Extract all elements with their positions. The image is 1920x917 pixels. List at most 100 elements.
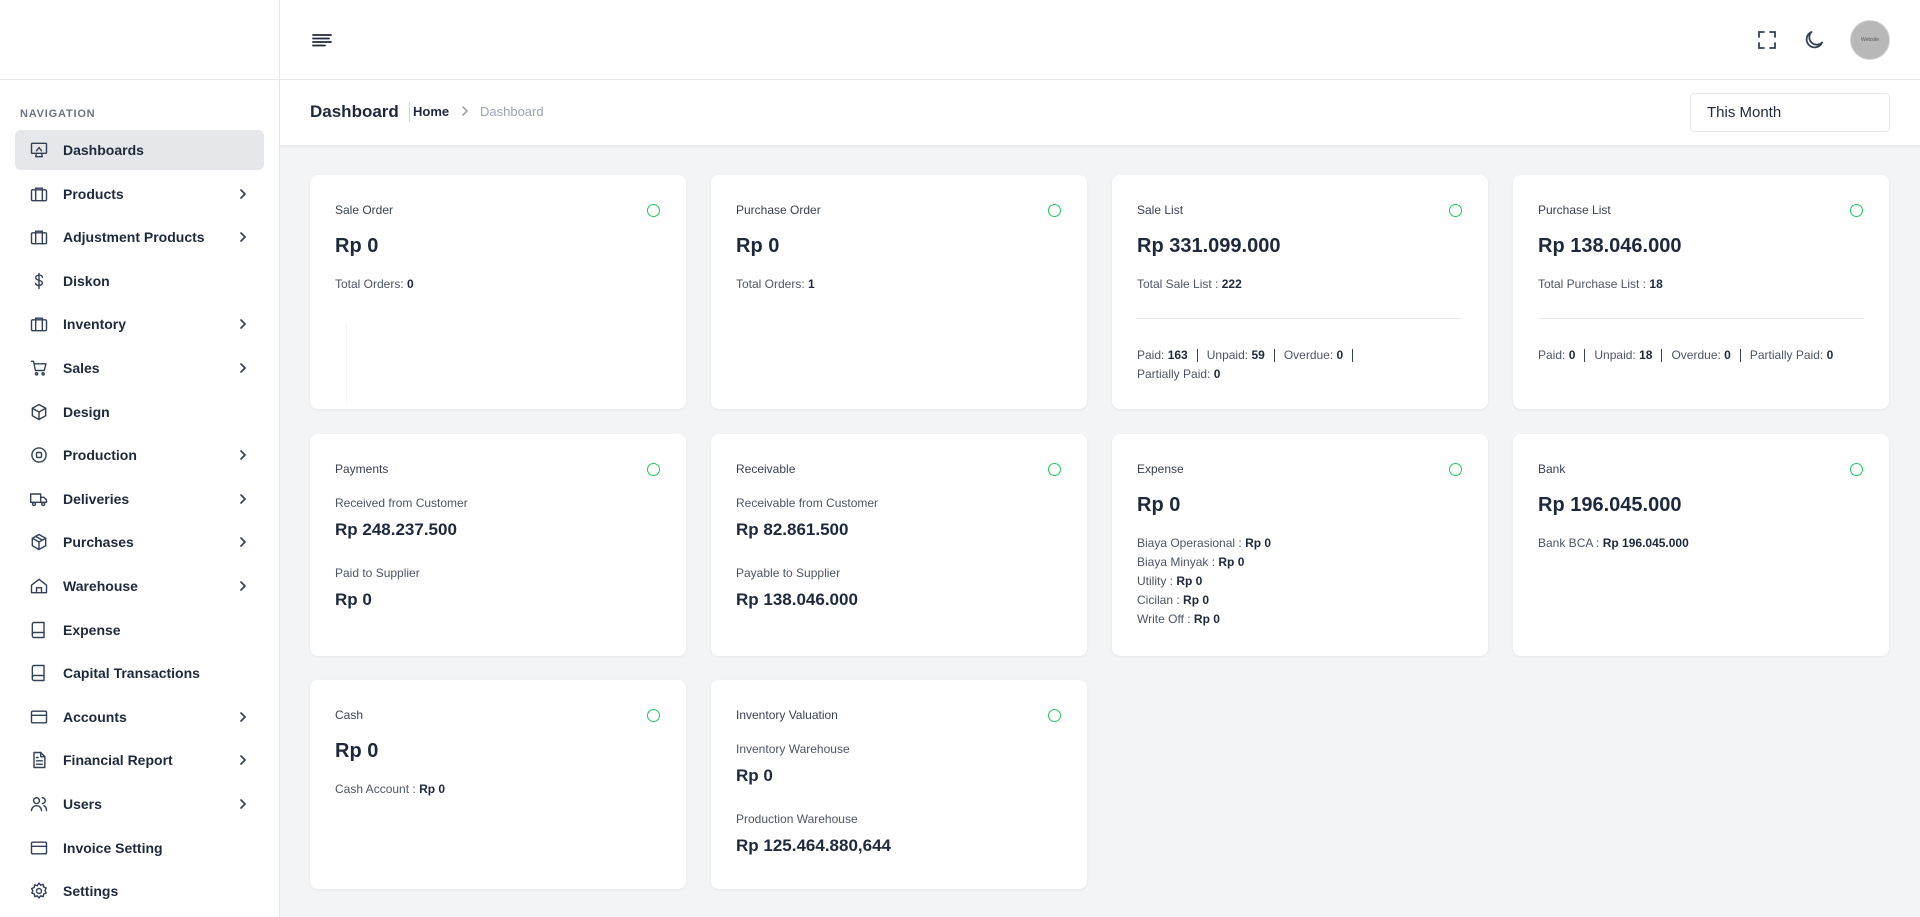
sidebar-item-label: Warehouse xyxy=(63,577,138,594)
expense-line: Cicilan : Rp 0 xyxy=(1137,593,1209,607)
card-inventory-valuation: Inventory Valuation Inventory Warehouse … xyxy=(711,680,1087,889)
menu-toggle-icon[interactable] xyxy=(310,28,334,52)
card-sale-order: Sale Order Rp 0 Total Orders: 0 xyxy=(310,175,686,409)
sidebar-item-label: Inventory xyxy=(63,316,127,333)
sidebar-item-warehouse[interactable]: Warehouse xyxy=(15,566,264,606)
status-dot-icon xyxy=(1449,463,1462,476)
status-dot-icon xyxy=(1048,709,1061,722)
paid-label: Paid: xyxy=(1137,348,1165,362)
overdue-label: Overdue: xyxy=(1283,348,1334,362)
divider xyxy=(1196,349,1198,363)
production-warehouse-value: Rp 125.464.880,644 xyxy=(736,836,892,855)
sidebar-item-accounts[interactable]: Accounts xyxy=(15,697,264,737)
status-dot-icon xyxy=(1850,204,1863,217)
expense-line-label: Write Off : xyxy=(1137,612,1191,626)
sidebar-item-label: Accounts xyxy=(63,708,127,725)
total-purchase-list-value: 18 xyxy=(1649,277,1663,291)
sidebar-item-users[interactable]: Users xyxy=(15,784,264,824)
sidebar-item-deliveries[interactable]: Deliveries xyxy=(15,479,264,519)
card-title: Purchase Order xyxy=(736,203,821,217)
card-title: Expense xyxy=(1137,462,1184,476)
unpaid-label: Unpaid: xyxy=(1206,348,1249,362)
home-icon xyxy=(29,576,49,596)
topbar: Website xyxy=(280,0,1920,80)
sidebar-item-purchases[interactable]: Purchases xyxy=(15,522,264,562)
card-title: Purchase List xyxy=(1538,203,1611,217)
payment-status-row: Paid: 163 Unpaid: 59 Overdue: 0 Partially … xyxy=(1137,346,1468,384)
sidebar-item-inventory[interactable]: Inventory xyxy=(15,304,264,344)
card-amount: Rp 0 xyxy=(736,235,780,257)
chevron-right-icon xyxy=(236,448,250,462)
chevron-right-icon xyxy=(236,492,250,506)
truck-icon xyxy=(29,489,49,509)
sidebar-item-label: Diskon xyxy=(63,272,110,289)
cart-icon xyxy=(29,358,49,378)
credit-card-icon xyxy=(29,838,49,858)
sidebar-item-production[interactable]: Production xyxy=(15,435,264,475)
briefcase-icon xyxy=(29,184,49,204)
sidebar-item-label: Dashboards xyxy=(63,142,144,158)
sidebar-item-dashboards[interactable]: Dashboards xyxy=(15,130,264,170)
disc-icon xyxy=(29,445,49,465)
sidebar-item-financial-report[interactable]: Financial Report xyxy=(15,740,264,780)
avatar[interactable]: Website xyxy=(1850,20,1890,60)
card-amount: Rp 0 xyxy=(335,740,379,762)
expense-line-label: Biaya Operasional : xyxy=(1137,536,1242,550)
chevron-right-icon xyxy=(236,579,250,593)
card-title: Cash xyxy=(335,708,364,722)
paid-value: 163 xyxy=(1167,348,1188,362)
sidebar-item-settings[interactable]: Settings xyxy=(15,871,264,911)
book-icon xyxy=(29,620,49,640)
inventory-warehouse-label: Inventory Warehouse xyxy=(736,742,850,756)
total-orders-label: Total Orders: xyxy=(335,277,404,291)
received-value: Rp 248.237.500 xyxy=(335,520,457,539)
card-cash: Cash Rp 0 Cash Account : Rp 0 xyxy=(310,680,686,889)
sidebar-item-label: Products xyxy=(63,185,124,202)
partial-label: Partially Paid: xyxy=(1137,367,1211,381)
payment-status-row: Paid: 0 Unpaid: 18 Overdue: 0 Partially Pai… xyxy=(1538,346,1869,365)
sidebar-item-capital-transactions[interactable]: Capital Transactions xyxy=(15,653,264,693)
paid-value: Rp 0 xyxy=(335,590,372,609)
cash-line-label: Cash Account : xyxy=(335,782,416,796)
card-title: Sale List xyxy=(1137,203,1184,217)
sidebar-item-adjustment-products[interactable]: Adjustment Products xyxy=(15,217,264,257)
receivable-label: Receivable from Customer xyxy=(736,496,879,510)
total-orders-value: 0 xyxy=(407,277,414,291)
period-select[interactable]: This Month xyxy=(1690,93,1890,132)
divider xyxy=(1137,318,1462,319)
card-title: Bank xyxy=(1538,462,1566,476)
chevron-right-icon xyxy=(236,230,250,244)
paid-label: Paid to Supplier xyxy=(335,566,420,580)
payable-value: Rp 138.046.000 xyxy=(736,590,858,609)
sidebar: NAVIGATION Dashboards Products Adjustment … xyxy=(0,0,280,917)
overdue-value: 0 xyxy=(1724,348,1731,362)
cash-line: Cash Account : Rp 0 xyxy=(335,782,445,796)
card-title: Receivable xyxy=(736,462,796,476)
divider xyxy=(1661,349,1663,363)
card-amount: Rp 0 xyxy=(335,235,379,257)
breadcrumb-current: Dashboard xyxy=(480,104,544,119)
card-payments: Payments Received from Customer Rp 248.2… xyxy=(310,434,686,656)
fullscreen-icon[interactable] xyxy=(1755,28,1779,52)
card-title: Inventory Valuation xyxy=(736,708,838,722)
breadcrumb-home[interactable]: Home xyxy=(413,104,449,119)
card-sale-list: Sale List Rp 331.099.000 Total Sale List… xyxy=(1112,175,1488,409)
expense-line: Biaya Operasional : Rp 0 xyxy=(1137,536,1271,550)
monitor-icon xyxy=(29,140,49,160)
overdue-label: Overdue: xyxy=(1671,348,1721,362)
sidebar-item-diskon[interactable]: Diskon xyxy=(15,261,264,301)
partial-value: 0 xyxy=(1213,367,1221,381)
expense-line-label: Utility : xyxy=(1137,574,1173,588)
sidebar-item-sales[interactable]: Sales xyxy=(15,348,264,388)
sidebar-item-products[interactable]: Products xyxy=(15,174,264,214)
card-amount: Rp 331.099.000 xyxy=(1137,235,1281,257)
status-dot-icon xyxy=(647,709,660,722)
briefcase-icon xyxy=(29,314,49,334)
sidebar-item-design[interactable]: Design xyxy=(15,392,264,432)
expense-line: Write Off : Rp 0 xyxy=(1137,612,1220,626)
chevron-right-icon xyxy=(236,317,250,331)
sidebar-item-expense[interactable]: Expense xyxy=(15,610,264,650)
sidebar-item-invoice-setting[interactable]: Invoice Setting xyxy=(15,828,264,868)
dark-mode-moon-icon[interactable] xyxy=(1802,28,1826,52)
expense-line-value: Rp 0 xyxy=(1218,555,1245,569)
